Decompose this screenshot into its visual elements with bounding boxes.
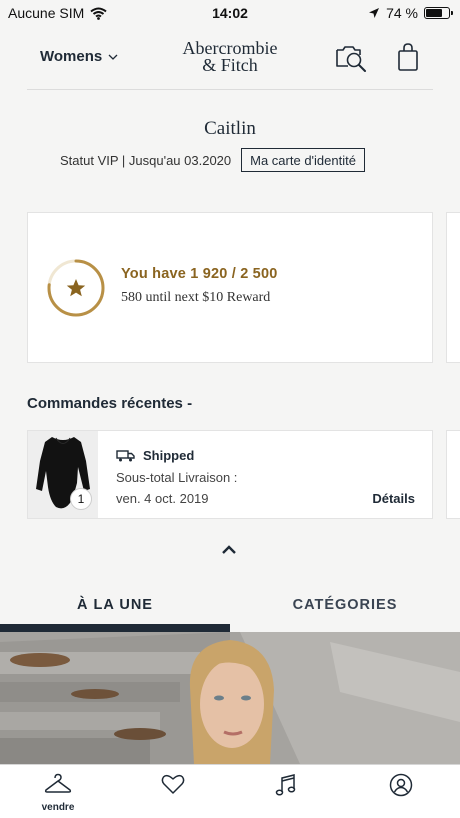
order-date: ven. 4 oct. 2019 (116, 491, 209, 506)
content-tabs: À LA UNE CATÉGORIES (0, 588, 460, 632)
battery-icon (424, 7, 453, 19)
location-arrow-icon (369, 8, 380, 18)
visual-search-button[interactable] (334, 42, 368, 77)
delivery-truck-icon (116, 449, 135, 461)
tab-categories-label: CATÉGORIES (292, 597, 398, 613)
brand-logo[interactable]: Abercrombie & Fitch (175, 39, 285, 75)
nav-favorites[interactable] (143, 773, 203, 800)
bottom-tab-bar: vendre (0, 764, 460, 818)
order-card[interactable]: 1 Shipped Sous-total Livraison : ven. 4 … (27, 430, 433, 519)
order-status-label: Shipped (143, 448, 195, 463)
vip-status-text: Statut VIP | Jusqu'au 03.2020 (60, 152, 232, 168)
status-right-group: 74 % (368, 5, 453, 21)
heart-icon (161, 774, 185, 794)
visual-search-icon (336, 46, 366, 72)
order-product-image: 1 (28, 431, 98, 518)
shopping-bag-button[interactable] (397, 42, 419, 77)
battery-percent: 74 % (386, 5, 418, 21)
vip-status-row: Statut VIP | Jusqu'au 03.2020 Ma carte d… (60, 148, 365, 172)
rewards-card[interactable]: You have 1 920 / 2 500 580 until next $1… (27, 212, 433, 363)
chevron-up-icon (222, 545, 236, 554)
shopping-bag-icon (398, 43, 418, 71)
nav-shop-label: vendre (41, 802, 75, 813)
gender-label: Womens (40, 48, 103, 65)
nav-music[interactable] (256, 773, 316, 802)
status-bar: Aucune SIM 14:02 74 % (0, 0, 460, 26)
id-card-button[interactable]: Ma carte d'identité (241, 148, 365, 172)
hero-photo (0, 632, 460, 764)
recent-orders-title[interactable]: Commandes récentes - (27, 395, 192, 412)
order-details-link[interactable]: Détails (372, 491, 415, 506)
collapse-toggle[interactable] (220, 543, 238, 561)
nav-account[interactable] (371, 773, 431, 802)
chevron-down-icon (108, 54, 118, 60)
app-header: Womens Abercrombie & Fitch (0, 26, 460, 90)
hanger-icon (44, 773, 72, 793)
featured-hero-image[interactable] (0, 632, 460, 764)
battery-fill (426, 9, 443, 17)
gender-selector[interactable]: Womens (40, 48, 118, 65)
quantity-badge: 1 (70, 488, 92, 510)
account-icon (389, 773, 413, 797)
header-divider (27, 89, 433, 90)
rewards-next-text: 580 until next $10 Reward (121, 290, 271, 305)
rewards-progress-ring (47, 259, 105, 317)
star-icon (66, 279, 86, 297)
tab-categories[interactable]: CATÉGORIES (230, 588, 460, 632)
next-card-peek[interactable] (446, 212, 460, 363)
rewards-points-text: You have 1 920 / 2 500 (121, 266, 278, 282)
next-order-peek[interactable] (446, 430, 460, 519)
music-icon (275, 774, 296, 796)
active-tab-indicator (0, 624, 230, 632)
profile-name: Caitlin (204, 118, 256, 139)
order-subtotal: Sous-total Livraison : (116, 470, 238, 485)
logo-line-2: & Fitch (202, 55, 258, 75)
nav-shop[interactable]: vendre (28, 773, 88, 813)
tab-featured-label: À LA UNE (77, 597, 153, 613)
order-status: Shipped (116, 448, 194, 463)
